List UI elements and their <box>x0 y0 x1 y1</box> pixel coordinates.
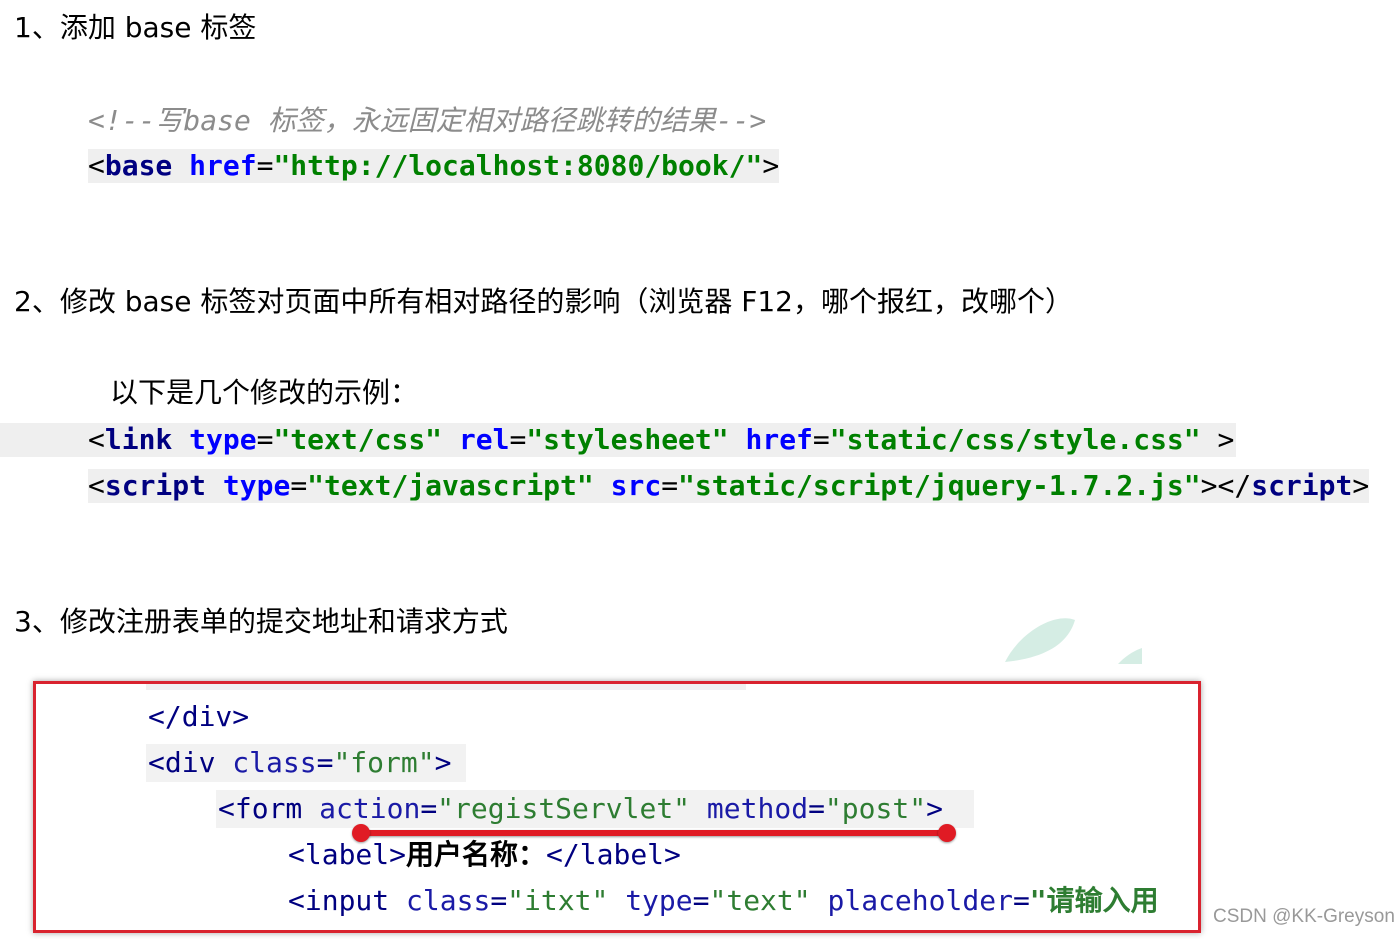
label-close: > <box>389 838 407 871</box>
section2-intro: 以下是几个修改的示例： <box>110 376 419 409</box>
shot-line-div-close: </div> <box>148 700 249 734</box>
label-end-tag: label <box>579 838 665 871</box>
label-text: 用户名称： <box>406 838 547 871</box>
link-rel-attr: rel <box>458 423 510 456</box>
form-method-value: "post" <box>824 792 927 825</box>
script-type-attr: type <box>222 469 291 502</box>
input-class-value: "itxt" <box>507 884 609 917</box>
div-close-end: > <box>232 700 250 733</box>
script-tag-name: script <box>104 469 207 502</box>
code-comment: <!--写base 标签，永远固定相对路径跳转的结果--> <box>88 104 767 137</box>
shot-line-div-form: <div class="form"> <box>148 746 452 779</box>
input-tag: input <box>304 884 390 917</box>
link-type-attr: type <box>189 423 257 456</box>
script-close: ></ <box>1200 469 1252 502</box>
div-form-tag: div <box>164 746 216 779</box>
base-tag-code: <base href="http://localhost:8080/book/"… <box>88 149 780 183</box>
label-open: < <box>288 838 305 871</box>
input-placeholder-value: "请输入用 <box>1029 884 1159 917</box>
script-src-value: "static/script/jquery-1.7.2.js" <box>678 469 1201 502</box>
input-class-attr: class <box>406 884 491 917</box>
input-type-attr: type <box>625 884 693 917</box>
shot-line-form: <form action="registServlet" method="pos… <box>218 792 943 825</box>
link-rel-value: "stylesheet" <box>526 423 729 456</box>
shot-line-label: <label>用户名称：</label> <box>288 838 681 872</box>
form-action-value: "registServlet" <box>437 792 691 825</box>
link-href-attr: href <box>745 423 813 456</box>
cropped-line <box>146 684 746 690</box>
script-src-attr: src <box>610 469 662 502</box>
base-eq: = <box>256 149 274 182</box>
highlight-underline <box>358 830 948 836</box>
base-href-value: "http://localhost:8080/book/" <box>273 149 763 182</box>
shot-line-input: <input class="itxt" type="text" placehol… <box>288 884 1159 917</box>
label-tag: label <box>304 838 390 871</box>
link-type-value: "text/css" <box>273 423 443 456</box>
div-close-tag: div <box>181 700 233 733</box>
leaf-decoration-icon <box>1005 618 1142 664</box>
script-tag-code: <script type="text/javascript" src="stat… <box>88 469 1370 503</box>
link-open: < <box>88 423 105 456</box>
base-tag-name: base <box>104 149 173 182</box>
link-tag-name: link <box>104 423 173 456</box>
div-form-open: < <box>148 746 165 779</box>
form-method-attr: method <box>706 792 809 825</box>
input-type-value: "text" <box>709 884 811 917</box>
highlight-end-dot <box>938 824 956 842</box>
base-open: < <box>88 149 105 182</box>
input-open: < <box>288 884 305 917</box>
code-screenshot: </div> <div class="form"> <form action="… <box>33 681 1201 933</box>
base-close: > <box>762 149 780 182</box>
script-end: > <box>1352 469 1370 502</box>
link-close: > <box>1200 423 1235 456</box>
script-end-tag: script <box>1251 469 1353 502</box>
form-action-attr: action <box>319 792 421 825</box>
script-open: < <box>88 469 105 502</box>
link-tag-code: <link type="text/css" rel="stylesheet" h… <box>88 423 1235 456</box>
link-href-value: "static/css/style.css" <box>829 423 1201 456</box>
section1-heading: 1、添加 base 标签 <box>14 11 257 44</box>
input-placeholder-attr: placeholder <box>827 884 1013 917</box>
label-end-open: </ <box>546 838 580 871</box>
form-open: < <box>218 792 235 825</box>
base-href-attr: href <box>189 149 257 182</box>
form-tag: form <box>234 792 303 825</box>
section3-heading: 3、修改注册表单的提交地址和请求方式 <box>14 605 508 638</box>
div-class-attr: class <box>232 746 317 779</box>
section2-heading: 2、修改 base 标签对页面中所有相对路径的影响（浏览器 F12，哪个报红，改… <box>14 285 1073 318</box>
form-close: > <box>926 792 943 825</box>
div-form-close: > <box>434 746 452 779</box>
csdn-watermark: CSDN @KK-Greyson <box>1213 906 1395 927</box>
script-type-value: "text/javascript" <box>307 469 594 502</box>
div-class-value: "form" <box>333 746 435 779</box>
div-close-open: </ <box>148 700 182 733</box>
label-end: > <box>664 838 681 871</box>
